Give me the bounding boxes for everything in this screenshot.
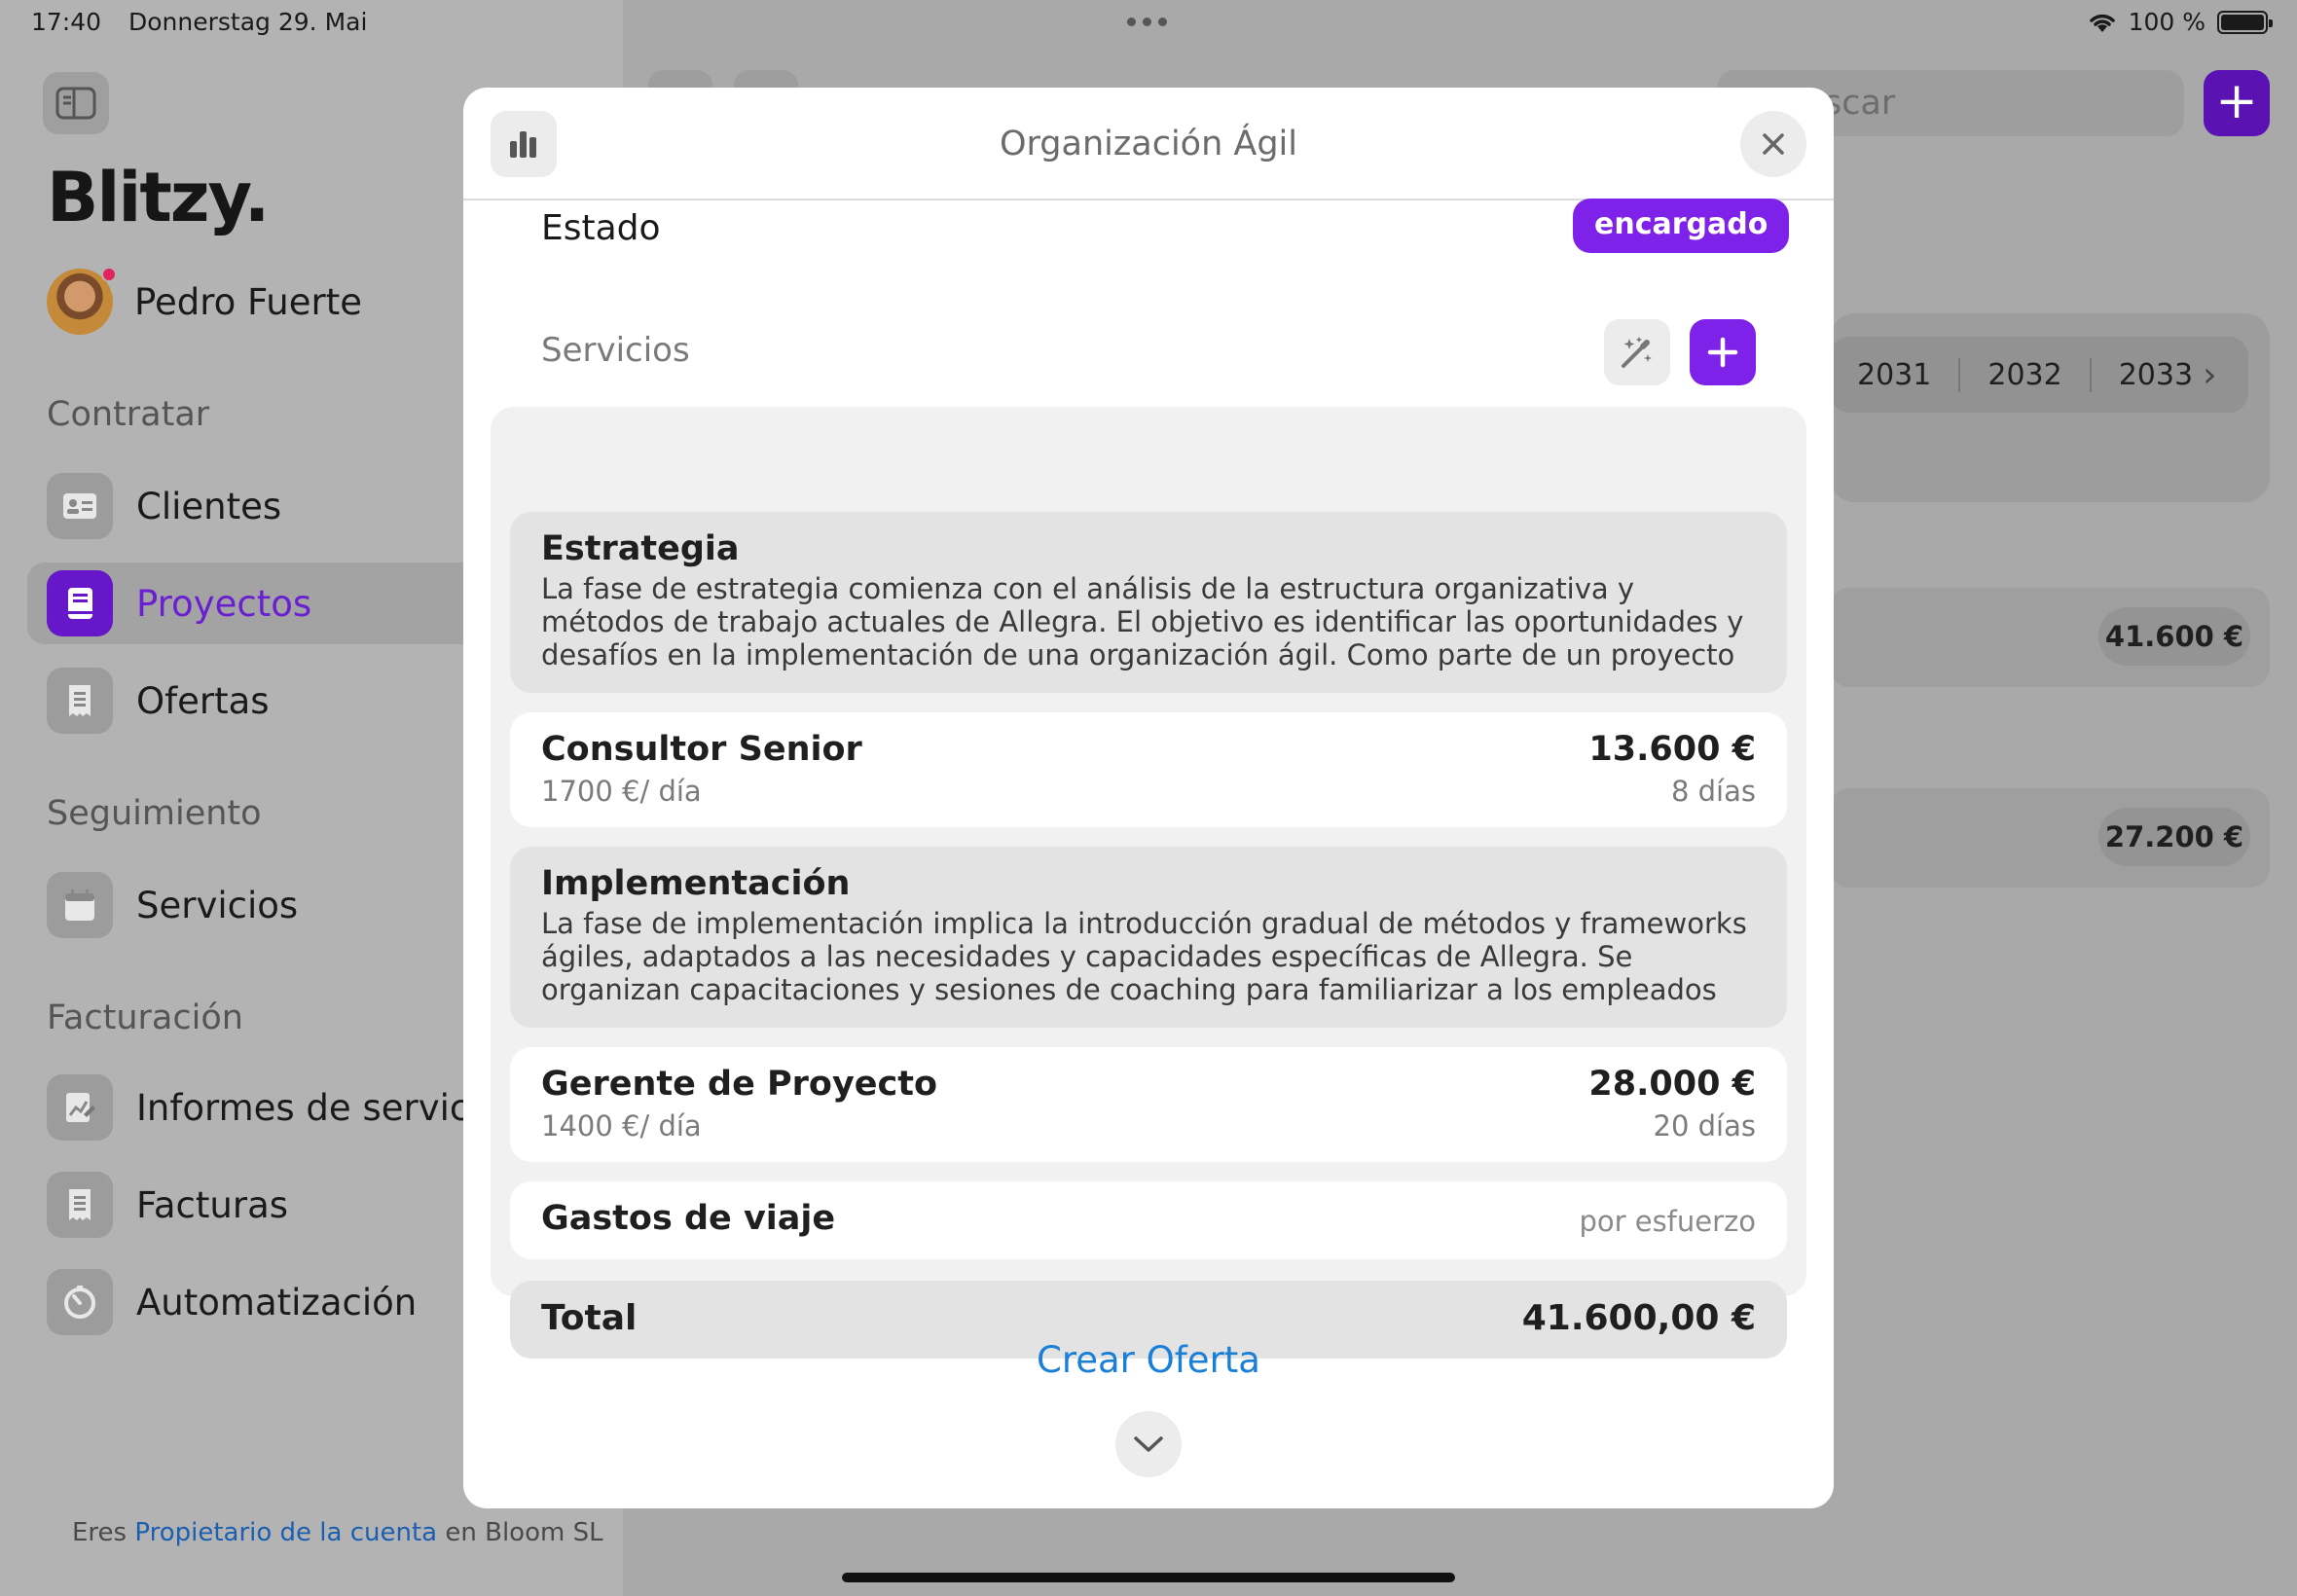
section-title-facturacion: Facturación bbox=[47, 998, 243, 1037]
magic-wand-button[interactable] bbox=[1604, 319, 1670, 385]
user-name: Pedro Fuerte bbox=[134, 280, 362, 323]
chart-report-icon bbox=[47, 1074, 113, 1141]
account-role-note: Eres Propietario de la cuenta en Bloom S… bbox=[72, 1518, 603, 1547]
service-price: 13.600 € bbox=[1588, 730, 1756, 769]
service-price: 28.000 € bbox=[1588, 1065, 1756, 1104]
service-rate: 1400 €/ día bbox=[541, 1109, 702, 1143]
add-service-button[interactable] bbox=[1690, 319, 1756, 385]
footer-suffix: en Bloom SL bbox=[445, 1518, 603, 1547]
modal-header: Organización Ágil bbox=[463, 88, 1834, 200]
phase-card[interactable]: Implementación La fase de implementación… bbox=[510, 847, 1787, 1028]
service-name: Consultor Senior bbox=[541, 730, 862, 769]
travel-expenses-note: por esfuerzo bbox=[1579, 1205, 1756, 1238]
project-detail-modal: Organización Ágil Estado encargado Servi… bbox=[463, 88, 1834, 1508]
home-indicator[interactable] bbox=[842, 1573, 1455, 1582]
add-project-button[interactable]: + bbox=[2204, 70, 2270, 136]
project-amount: 41.600 € bbox=[2098, 607, 2250, 666]
year-option[interactable]: 2031 bbox=[1830, 357, 1961, 392]
sidebar-item-label: Informes de servicio bbox=[136, 1086, 502, 1129]
modal-title: Organización Ágil bbox=[999, 125, 1297, 163]
account-owner-link[interactable]: Propietario de la cuenta bbox=[134, 1518, 437, 1547]
phase-description: La fase de implementación implica la int… bbox=[541, 907, 1747, 1006]
battery-percent: 100 % bbox=[2128, 8, 2206, 36]
service-item-card[interactable]: Gerente de Proyecto 1400 €/ día 28.000 €… bbox=[510, 1047, 1787, 1162]
plus-icon bbox=[1707, 337, 1738, 368]
sidebar-item-label: Clientes bbox=[136, 485, 282, 527]
sidebar-item-label: Proyectos bbox=[136, 582, 312, 625]
sidebar-toggle-button[interactable] bbox=[43, 72, 109, 134]
year-selector[interactable]: 2031 2032 2033 › bbox=[1830, 337, 2248, 413]
sidebar-item-label: Facturas bbox=[136, 1183, 289, 1226]
service-name: Gerente de Proyecto bbox=[541, 1065, 938, 1104]
status-right: 100 % bbox=[2088, 8, 2273, 36]
phase-card[interactable]: Estrategia La fase de estrategia comienz… bbox=[510, 512, 1787, 693]
service-item-card[interactable]: Consultor Senior 1700 €/ día 13.600 € 8 … bbox=[510, 712, 1787, 827]
avatar[interactable] bbox=[47, 267, 117, 335]
magic-wand-icon bbox=[1622, 337, 1652, 368]
services-list: Estrategia La fase de estrategia comienz… bbox=[491, 407, 1806, 1359]
contact-card-icon bbox=[47, 473, 113, 539]
create-offer-button[interactable]: Crear Oferta bbox=[463, 1339, 1834, 1381]
section-title-contratar: Contratar bbox=[47, 395, 210, 434]
total-value: 41.600,00 € bbox=[1521, 1298, 1756, 1338]
year-option[interactable]: 2033 bbox=[2092, 358, 2203, 392]
travel-expenses-label: Gastos de viaje bbox=[541, 1199, 836, 1238]
wifi-icon bbox=[2089, 14, 2115, 32]
service-days: 8 días bbox=[1670, 775, 1756, 808]
receipt-icon bbox=[47, 668, 113, 734]
book-icon bbox=[47, 570, 113, 636]
receipt-icon bbox=[47, 1172, 113, 1238]
travel-expenses-card[interactable]: Gastos de viaje por esfuerzo bbox=[510, 1181, 1787, 1259]
chevron-down-icon bbox=[1134, 1436, 1163, 1452]
chevron-right-icon[interactable]: › bbox=[2203, 355, 2216, 395]
status-label: Estado bbox=[541, 208, 661, 248]
phase-description: La fase de estrategia comienza con el an… bbox=[541, 572, 1744, 671]
status-badge[interactable]: encargado bbox=[1573, 199, 1790, 253]
service-days: 20 días bbox=[1653, 1109, 1756, 1143]
status-date: Donnerstag 29. Mai bbox=[128, 8, 368, 36]
total-label: Total bbox=[541, 1298, 638, 1338]
footer-prefix: Eres bbox=[72, 1518, 128, 1547]
project-amount: 27.200 € bbox=[2098, 808, 2250, 866]
year-option[interactable]: 2032 bbox=[1960, 357, 2092, 392]
user-profile[interactable]: Pedro Fuerte bbox=[47, 267, 362, 335]
services-heading: Servicios bbox=[541, 331, 690, 370]
status-time: 17:40 bbox=[31, 8, 102, 36]
sidebar-item-label: Ofertas bbox=[136, 679, 270, 722]
status-time-date: 17:40 Donnerstag 29. Mai bbox=[31, 8, 367, 36]
phase-title: Implementación bbox=[541, 864, 851, 903]
sidebar-icon bbox=[55, 87, 96, 120]
close-button[interactable] bbox=[1740, 111, 1806, 177]
sidebar-item-label: Automatización bbox=[136, 1281, 418, 1324]
section-title-seguimiento: Seguimiento bbox=[47, 794, 262, 833]
calendar-icon bbox=[47, 872, 113, 938]
battery-icon bbox=[2217, 10, 2273, 34]
service-rate: 1700 €/ día bbox=[541, 775, 702, 808]
expand-button[interactable] bbox=[1115, 1411, 1182, 1477]
brand-logo: Blitzy. bbox=[47, 158, 270, 237]
phase-title: Estrategia bbox=[541, 529, 740, 568]
notification-dot bbox=[101, 267, 117, 282]
close-icon bbox=[1763, 133, 1784, 155]
multitasking-dots[interactable] bbox=[1127, 18, 1167, 26]
sidebar-item-label: Servicios bbox=[136, 884, 299, 926]
status-bar: 17:40 Donnerstag 29. Mai 100 % bbox=[0, 0, 2297, 47]
timer-icon bbox=[47, 1269, 113, 1335]
